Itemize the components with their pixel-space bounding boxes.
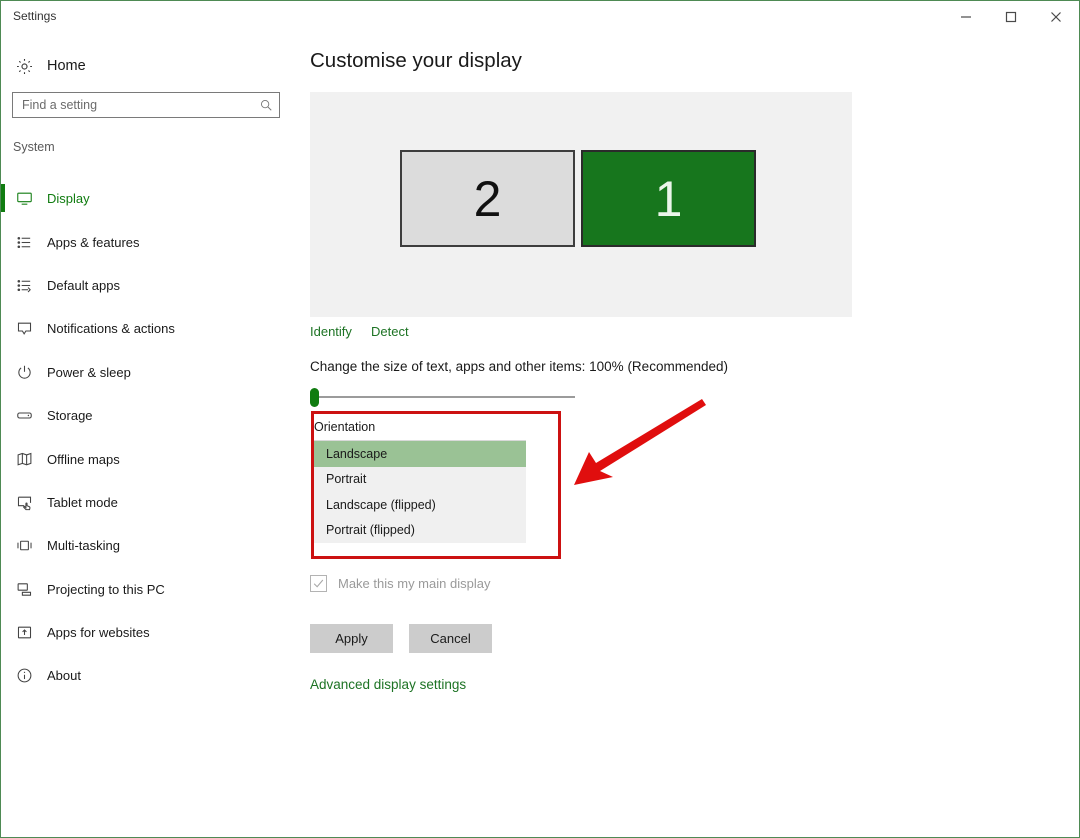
list-arrow-icon	[1, 277, 47, 294]
main-display-checkbox-row[interactable]: Make this my main display	[310, 575, 490, 592]
sidebar-item-label: Storage	[47, 408, 93, 423]
monitor-number: 2	[474, 174, 502, 224]
orientation-label: Orientation	[314, 420, 375, 434]
info-icon	[1, 667, 47, 684]
page-title: Customise your display	[310, 49, 522, 73]
sidebar-item-home[interactable]: Home	[1, 48, 296, 84]
sidebar-item-default-apps[interactable]: Default apps	[1, 264, 296, 307]
list-icon	[1, 234, 47, 251]
sidebar-item-multi-tasking[interactable]: Multi-tasking	[1, 524, 296, 567]
sidebar-item-offline-maps[interactable]: Offline maps	[1, 437, 296, 480]
multitask-icon	[1, 537, 47, 554]
app-window-icon	[1, 624, 47, 641]
sidebar-item-apps-for-websites[interactable]: Apps for websites	[1, 611, 296, 654]
search-input[interactable]	[13, 98, 253, 112]
sidebar-item-label: Offline maps	[47, 452, 120, 467]
monitor-thumbnail-1[interactable]: 1	[581, 150, 756, 247]
scale-slider[interactable]	[310, 387, 575, 407]
minimize-button[interactable]	[943, 1, 988, 32]
sidebar-item-tablet-mode[interactable]: Tablet mode	[1, 481, 296, 524]
annotation-arrow-icon	[556, 399, 721, 499]
title-bar: Settings	[1, 1, 1079, 32]
sidebar-item-projecting-to-this-pc[interactable]: Projecting to this PC	[1, 568, 296, 611]
main-display-checkbox[interactable]	[310, 575, 327, 592]
sidebar-item-label: Multi-tasking	[47, 538, 120, 553]
sidebar-item-label: Apps & features	[47, 235, 140, 250]
orientation-option-landscape[interactable]: Landscape	[313, 441, 526, 467]
identify-link[interactable]: Identify	[310, 324, 352, 339]
speech-bubble-icon	[1, 320, 47, 337]
maximize-button[interactable]	[988, 1, 1033, 32]
monitor-number: 1	[655, 174, 683, 224]
sidebar: Home System Display	[1, 32, 296, 838]
main-display-label: Make this my main display	[338, 576, 490, 591]
orientation-option-portrait-flipped[interactable]: Portrait (flipped)	[313, 518, 526, 544]
sidebar-home-label: Home	[47, 58, 86, 74]
sidebar-item-label: Notifications & actions	[47, 321, 175, 336]
orientation-dropdown-list[interactable]: Landscape Portrait Landscape (flipped) P…	[313, 440, 526, 543]
sidebar-item-power-sleep[interactable]: Power & sleep	[1, 351, 296, 394]
advanced-display-settings-link[interactable]: Advanced display settings	[310, 677, 466, 692]
selection-indicator	[1, 184, 5, 212]
scale-label: Change the size of text, apps and other …	[310, 359, 728, 374]
minimize-icon	[960, 11, 972, 23]
slider-track	[316, 396, 575, 398]
tablet-hand-icon	[1, 494, 47, 511]
sidebar-item-storage[interactable]: Storage	[1, 394, 296, 437]
search-icon	[253, 98, 279, 112]
sidebar-item-label: Display	[47, 191, 90, 206]
sidebar-item-label: Projecting to this PC	[47, 582, 165, 597]
cancel-button[interactable]: Cancel	[409, 624, 492, 653]
orientation-option-portrait[interactable]: Portrait	[313, 467, 526, 493]
sidebar-nav-list: Display Apps & features	[1, 177, 296, 698]
slider-thumb[interactable]	[310, 388, 319, 407]
drive-icon	[1, 407, 47, 424]
power-icon	[1, 364, 47, 381]
window-title: Settings	[13, 9, 56, 23]
orientation-option-landscape-flipped[interactable]: Landscape (flipped)	[313, 492, 526, 518]
display-preview-panel: 2 1	[310, 92, 852, 317]
sidebar-item-label: Tablet mode	[47, 495, 118, 510]
detect-link[interactable]: Detect	[371, 324, 409, 339]
sidebar-item-label: Power & sleep	[47, 365, 131, 380]
close-icon	[1050, 11, 1062, 23]
maximize-icon	[1005, 11, 1017, 23]
sidebar-item-notifications-actions[interactable]: Notifications & actions	[1, 307, 296, 350]
sidebar-item-about[interactable]: About	[1, 654, 296, 697]
monitor-thumbnail-2[interactable]: 2	[400, 150, 575, 247]
sidebar-item-label: About	[47, 668, 81, 683]
project-icon	[1, 581, 47, 598]
apply-button[interactable]: Apply	[310, 624, 393, 653]
sidebar-item-display[interactable]: Display	[1, 177, 296, 220]
sidebar-item-label: Default apps	[47, 278, 120, 293]
map-icon	[1, 451, 47, 468]
close-button[interactable]	[1033, 1, 1078, 32]
sidebar-item-label: Apps for websites	[47, 625, 150, 640]
search-box[interactable]	[12, 92, 280, 118]
checkmark-icon	[312, 577, 325, 590]
gear-icon	[1, 57, 47, 76]
sidebar-group-label: System	[13, 140, 55, 154]
settings-window: Settings Home	[0, 0, 1080, 838]
sidebar-item-apps-features[interactable]: Apps & features	[1, 220, 296, 263]
monitor-icon	[1, 190, 47, 207]
